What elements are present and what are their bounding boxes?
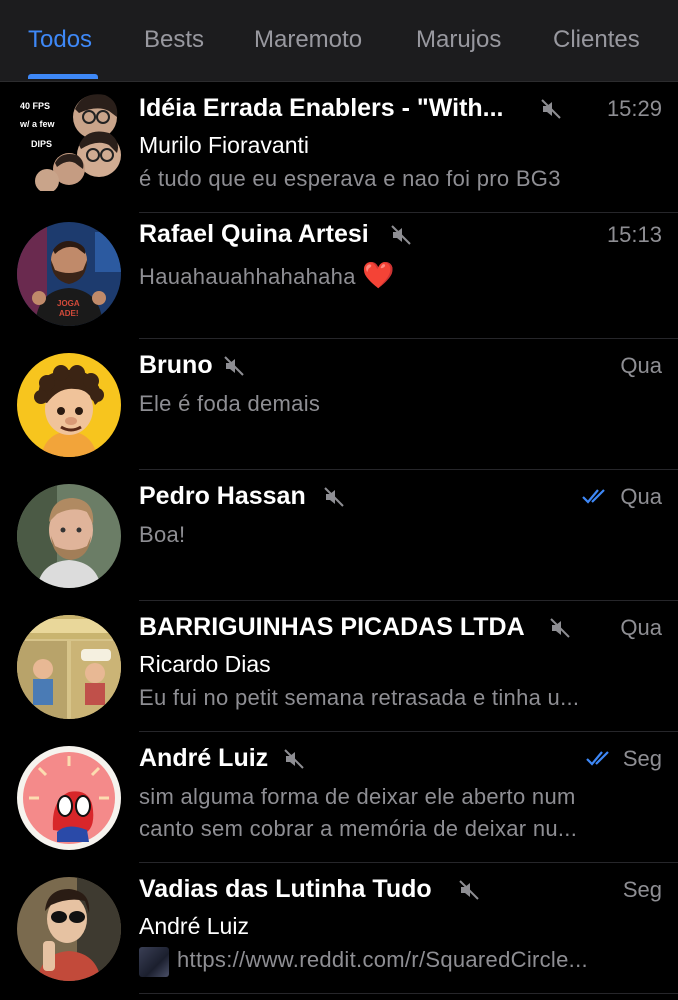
group-avatar [17,615,121,719]
chat-name: Bruno [139,351,213,379]
tab-marujos[interactable]: Marujos [416,26,501,54]
chat-name: Pedro Hassan [139,482,306,510]
last-message-preview-line2: canto sem cobrar a memória de deixar nu.… [139,816,578,841]
avatar [17,353,121,457]
last-message-sender: André Luiz [139,913,249,939]
tab-todos[interactable]: Todos [28,26,92,54]
chat-name: Rafael Quina Artesi [139,220,369,248]
svg-text:ADE!: ADE! [59,309,79,318]
heart-emoji: ❤️ [362,260,395,290]
chat-row-vadias[interactable]: Vadias das Lutinha Tudo Seg André Luiz h… [0,863,678,994]
tab-clientes[interactable]: Clientes [553,26,640,54]
avatar: JOGA ADE! [17,222,121,326]
tab-maremoto[interactable]: Maremoto [254,26,362,54]
chat-folder-tabs: Todos Bests Maremoto Marujos Clientes [0,0,678,82]
double-check-icon [586,751,609,766]
group-avatar: 40 FPS w/ a few DIPS [17,87,121,191]
muted-icon [391,225,411,245]
chat-row-pedro[interactable]: Pedro Hassan Qua Boa! [0,470,678,601]
avatar-caption-line3: DIPS [31,139,52,149]
last-message-preview: Boa! [139,522,186,547]
chat-name: André Luiz [139,744,269,772]
chat-time: Seg [622,877,662,902]
last-message-sender: Murilo Fioravanti [139,132,309,158]
last-message-preview-line1: sim alguma forma de deixar ele aberto nu… [139,784,576,809]
tab-bests[interactable]: Bests [144,26,204,54]
last-message-preview: Ele é foda demais [139,391,321,416]
chat-row-andre[interactable]: André Luiz Seg sim alguma forma de deixa… [0,732,678,863]
chat-time: 15:29 [606,96,662,121]
chat-name: Vadias das Lutinha Tudo [139,875,432,903]
chat-time: Qua [620,484,662,509]
last-message-sender: Ricardo Dias [139,651,271,677]
chat-time: 15:13 [606,222,662,247]
avatar-caption-line2: w/ a few [19,119,56,129]
chat-time: Qua [620,353,662,378]
muted-icon [224,356,244,376]
group-avatar [17,877,121,981]
muted-icon [459,880,479,900]
double-check-icon [582,489,605,504]
link-preview-thumbnail [139,947,169,977]
last-message-preview: Eu fui no petit semana retrasada e tinha… [139,685,580,710]
muted-icon [324,487,344,507]
muted-icon [284,749,304,769]
row-divider [139,993,678,994]
avatar [17,746,121,850]
chat-row-ideia-errada[interactable]: 40 FPS w/ a few DIPS Idéia Errada Enable… [0,82,678,213]
last-message-preview: é tudo que eu esperava e nao foi pro BG3 [139,166,561,191]
chat-time: Seg [622,746,662,771]
chat-row-bruno[interactable]: Bruno Qua Ele é foda demais [0,339,678,470]
avatar [17,484,121,588]
chat-time: Qua [620,615,662,640]
active-tab-indicator [28,74,98,79]
avatar-caption-line1: 40 FPS [20,101,50,111]
chat-row-rafael[interactable]: JOGA ADE! Rafael Quina Artesi 15:13 Haua… [0,208,678,339]
svg-text:JOGA: JOGA [57,299,80,308]
muted-icon [541,99,561,119]
muted-icon [550,618,570,638]
chat-name: BARRIGUINHAS PICADAS LTDA [139,613,525,641]
chat-row-barriguinhas[interactable]: BARRIGUINHAS PICADAS LTDA Qua Ricardo Di… [0,601,678,732]
last-message-preview: Hauahauahhahahaha ❤️ [139,260,395,290]
last-message-preview: https://www.reddit.com/r/SquaredCircle..… [177,947,588,972]
chat-name: Idéia Errada Enablers - "With... [139,94,504,122]
